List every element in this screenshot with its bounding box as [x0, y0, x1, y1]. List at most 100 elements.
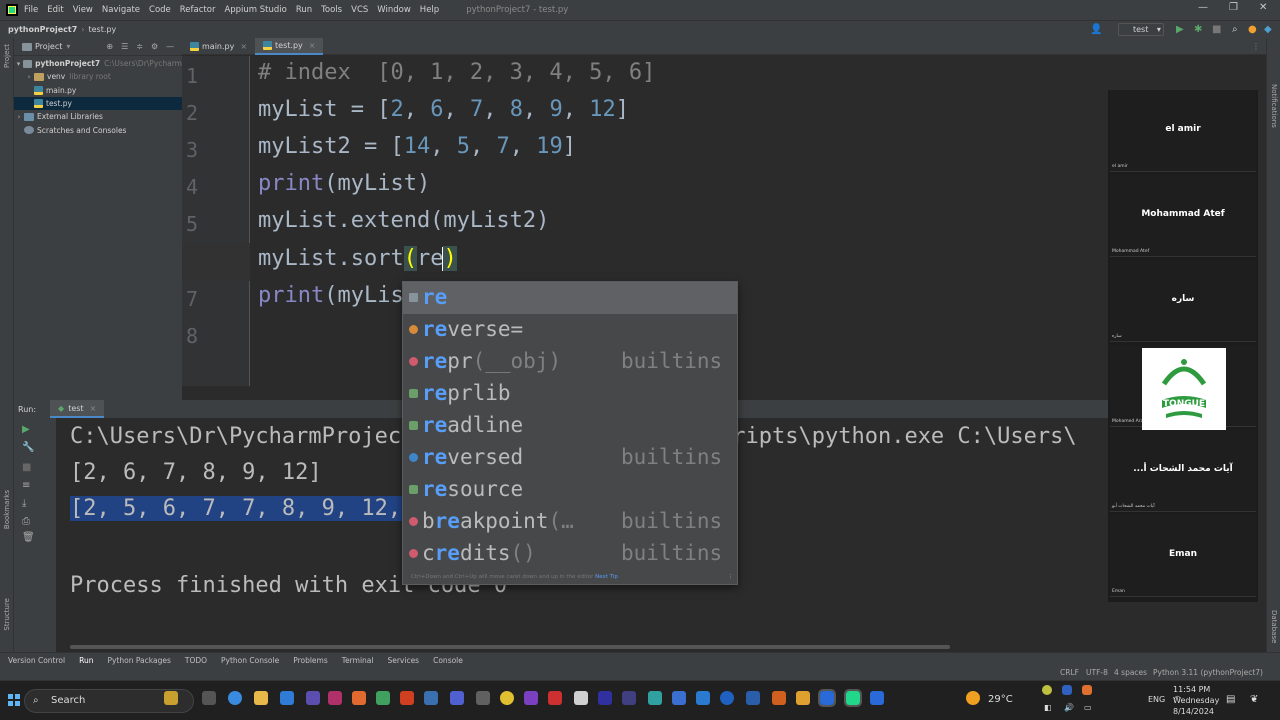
tool-tab-python-packages[interactable]: Python Packages [107, 656, 170, 665]
menu-window[interactable]: Window [377, 5, 411, 15]
project-panel-title[interactable]: Project [35, 42, 62, 51]
illustrator-icon[interactable] [400, 691, 414, 705]
app-icon[interactable] [622, 691, 636, 705]
next-tip-link[interactable]: Next Tip [595, 574, 618, 580]
tree-item-project-root[interactable]: ▾ pythonProject7 C:\Users\Dr\Pycharm [14, 57, 182, 70]
maximize-icon[interactable]: ❐ [1229, 2, 1238, 13]
close-tab-icon[interactable]: × [309, 41, 316, 50]
menu-navigate[interactable]: Navigate [102, 5, 140, 15]
bookmarks-tool-tab[interactable]: Bookmarks [3, 490, 11, 529]
line-separator-status[interactable]: CRLF [1060, 668, 1079, 677]
battery-icon[interactable]: ▭ [1084, 703, 1092, 712]
temperature[interactable]: 29°C [988, 694, 1013, 705]
app-icon[interactable] [772, 691, 786, 705]
brave-icon[interactable] [352, 691, 366, 705]
participant-tile[interactable]: el amir el amir [1110, 90, 1256, 172]
structure-tool-tab[interactable]: Structure [3, 598, 11, 631]
tool-tab-todo[interactable]: TODO [185, 656, 207, 665]
app-icon[interactable] [672, 691, 686, 705]
app-icon[interactable] [328, 691, 342, 705]
locate-icon[interactable]: ⊕ [106, 42, 113, 51]
project-tool-tab[interactable]: Project [3, 44, 11, 68]
console-scrollbar[interactable] [70, 645, 950, 649]
expanded-arrow-icon[interactable]: ▾ [14, 60, 23, 68]
completion-item[interactable]: re [403, 282, 737, 314]
language-indicator[interactable]: ENG [1148, 695, 1165, 704]
updates-icon[interactable]: ● [1248, 24, 1257, 35]
tray-app-icon[interactable]: ◧ [1044, 703, 1052, 712]
expand-all-icon[interactable]: ☰ [121, 42, 128, 51]
participant-tile[interactable]: Eman Eman [1110, 515, 1256, 597]
participant-tile[interactable]: ساره ساره [1110, 260, 1256, 342]
tool-tab-run[interactable]: Run [79, 656, 93, 665]
word-icon[interactable] [746, 691, 760, 705]
completion-item[interactable]: repr(__obj) builtins [403, 346, 737, 378]
trash-icon[interactable]: 🗑 [22, 532, 35, 543]
search-icon[interactable]: ⌕ [1232, 24, 1238, 35]
tree-item-test-py[interactable]: test.py [14, 96, 182, 111]
more-tabs-icon[interactable]: ⋮ [1252, 42, 1260, 51]
breadcrumb-file[interactable]: test.py [88, 25, 116, 34]
debug-icon[interactable]: ✱ [1194, 24, 1202, 35]
clock-date[interactable]: 8/14/2024 [1173, 707, 1214, 716]
stop-icon[interactable]: ■ [22, 462, 31, 473]
encoding-status[interactable]: UTF-8 [1086, 668, 1108, 677]
close-tab-icon[interactable]: × [240, 42, 247, 51]
user-icon[interactable]: 👤 [1090, 24, 1102, 35]
edge-icon[interactable] [228, 691, 242, 705]
weather-widget-icon[interactable] [164, 691, 178, 705]
menu-run[interactable]: Run [296, 5, 312, 15]
menu-code[interactable]: Code [149, 5, 171, 15]
app-icon[interactable] [548, 691, 562, 705]
app-icon[interactable] [796, 691, 810, 705]
notifications-tool-tab[interactable]: Notifications [1270, 84, 1278, 128]
tool-tab-problems[interactable]: Problems [293, 656, 328, 665]
tool-tab-console[interactable]: Console [433, 656, 463, 665]
store-icon[interactable] [306, 691, 320, 705]
menu-help[interactable]: Help [420, 5, 439, 15]
run-tab[interactable]: ◆ test × [50, 400, 105, 418]
tree-item-external-libraries[interactable]: › External Libraries [14, 110, 182, 123]
print-icon[interactable]: ⎙ [22, 516, 30, 527]
vscode-icon[interactable] [696, 691, 710, 705]
tool-tab-services[interactable]: Services [387, 656, 419, 665]
menu-view[interactable]: View [73, 5, 93, 15]
pycharm-taskbar-icon[interactable] [844, 689, 862, 707]
tab-test-py[interactable]: test.py × [255, 37, 324, 55]
tool-tab-python-console[interactable]: Python Console [221, 656, 279, 665]
completion-item[interactable]: reprlib [403, 378, 737, 410]
collapsed-arrow-icon[interactable]: › [24, 73, 34, 81]
task-view-icon[interactable] [202, 691, 216, 705]
collapse-all-icon[interactable]: ≑ [136, 42, 143, 51]
gear-icon[interactable]: ⚙ [151, 42, 158, 51]
tab-main-py[interactable]: main.py × [182, 38, 255, 55]
menu-file[interactable]: File [24, 5, 38, 15]
app-icon[interactable] [424, 691, 438, 705]
tray-app-icon[interactable] [1082, 685, 1092, 695]
database-tool-tab[interactable]: Database [1270, 610, 1278, 643]
completion-item[interactable]: readline [403, 410, 737, 442]
tray-app-icon[interactable] [1062, 685, 1072, 695]
soft-wrap-icon[interactable]: ≡ [22, 480, 30, 491]
more-options-icon[interactable]: ⋮ [728, 570, 734, 584]
close-tab-icon[interactable]: × [90, 404, 97, 413]
clock-time[interactable]: 11:54 PM [1173, 685, 1210, 694]
after-effects-icon[interactable] [598, 691, 612, 705]
completion-item[interactable]: resource [403, 474, 737, 506]
app-icon[interactable] [524, 691, 538, 705]
menu-vcs[interactable]: VCS [351, 5, 368, 15]
completion-item[interactable]: credits() builtins [403, 538, 737, 570]
app-icon[interactable] [476, 691, 490, 705]
rerun-icon[interactable]: ▶ [22, 424, 30, 435]
hide-panel-icon[interactable]: — [166, 42, 174, 51]
zoom-icon[interactable] [818, 689, 836, 707]
widget-icon[interactable]: ❦ [1250, 694, 1258, 705]
participant-tile[interactable]: ...آيات محمد الشحات أ آيات محمد الشحات أ… [1110, 430, 1256, 512]
indent-status[interactable]: 4 spaces [1114, 668, 1147, 677]
tree-item-venv[interactable]: › venv library root [14, 70, 182, 83]
minimize-icon[interactable]: — [1198, 2, 1208, 13]
menu-edit[interactable]: Edit [47, 5, 63, 15]
scroll-to-end-icon[interactable]: ⤓ [22, 498, 26, 509]
app-icon[interactable] [450, 691, 464, 705]
menu-appium-studio[interactable]: Appium Studio [224, 5, 286, 15]
